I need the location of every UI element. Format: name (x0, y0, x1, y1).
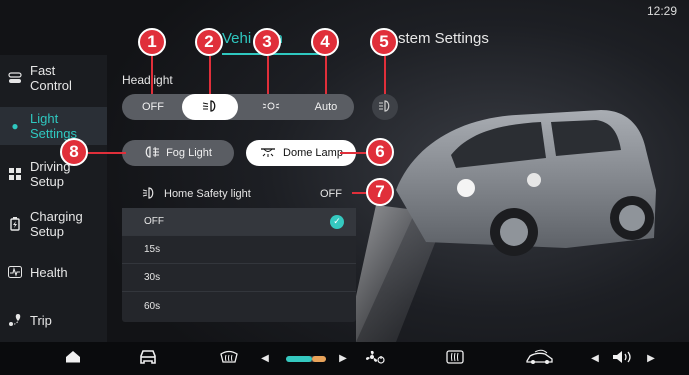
marker-7: 7 (366, 178, 394, 206)
sidebar-item-health[interactable]: Health (0, 253, 107, 291)
vehicle-button[interactable] (131, 342, 165, 375)
marker-2: 2 (195, 28, 223, 56)
top-tabs: Vehi Con stem Settings (0, 0, 689, 60)
front-defrost-button[interactable] (440, 342, 470, 375)
headlight-low-beam-option[interactable] (182, 94, 238, 120)
car-front-icon (138, 349, 158, 368)
marker-line-2 (209, 56, 211, 94)
marker-6: 6 (366, 138, 394, 166)
headlight-position-option[interactable] (246, 94, 296, 120)
marker-line-5 (384, 56, 386, 94)
marker-line-8 (86, 152, 126, 154)
sidebar-item-label: Driving Setup (30, 159, 71, 189)
fog-light-label: Fog Light (166, 147, 212, 159)
car-air-circulation-icon (525, 349, 555, 368)
home-safety-light-row[interactable]: Home Safety light OFF (122, 182, 356, 206)
volume-decrease-button[interactable]: ◀ (588, 342, 602, 375)
dropdown-option-60s[interactable]: 60s (122, 292, 356, 320)
tab-system-settings[interactable]: stem Settings (398, 30, 489, 47)
sidebar-item-fast-control[interactable]: Fast Control (0, 59, 107, 97)
sidebar-item-charging-setup[interactable]: Charging Setup (0, 205, 107, 243)
chevron-right-icon: ▶ (339, 353, 347, 364)
home-button[interactable] (56, 342, 90, 375)
option-label: OFF (144, 216, 164, 227)
fog-light-button[interactable]: Fog Light (122, 140, 234, 166)
volume-button[interactable] (606, 342, 640, 375)
dropdown-option-15s[interactable]: 15s (122, 236, 356, 264)
battery-icon (8, 217, 22, 231)
health-icon (8, 265, 22, 279)
trip-icon (8, 313, 22, 327)
marker-line-3 (267, 56, 269, 94)
marker-3: 3 (253, 28, 281, 56)
fan-decrease-button[interactable]: ◀ (258, 342, 272, 375)
sidebar-item-label: Charging Setup (30, 209, 83, 239)
sidebar-item-driving-setup[interactable]: Driving Setup (0, 155, 107, 193)
home-safety-light-icon (142, 186, 156, 202)
headlight-mode-selector: OFF Auto (122, 94, 354, 120)
rear-defrost-icon (219, 350, 239, 367)
sidebar-item-light-settings[interactable]: ● Light Settings (0, 107, 107, 145)
sidebar-item-label: Light Settings (30, 111, 77, 141)
bulb-icon: ● (11, 119, 19, 133)
check-icon: ✓ (330, 214, 344, 229)
chevron-right-icon: ▶ (647, 353, 655, 364)
marker-5: 5 (370, 28, 398, 56)
home-icon (64, 349, 82, 368)
volume-increase-button[interactable]: ▶ (644, 342, 658, 375)
chevron-left-icon: ◀ (261, 353, 269, 364)
rear-defrost-button[interactable] (214, 342, 244, 375)
fan-speed-slider[interactable] (284, 342, 328, 375)
speaker-icon (611, 349, 635, 368)
sidebar: Fast Control ● Light Settings Driving Se… (0, 55, 107, 342)
dome-lamp-label: Dome Lamp (283, 147, 343, 159)
driving-icon (8, 167, 22, 181)
front-defrost-icon (445, 349, 465, 368)
headlight-glow (457, 179, 475, 197)
marker-8: 8 (60, 138, 88, 166)
screen: 12:29 Vehi Con stem Settings Fast Contro… (0, 0, 689, 375)
headlight-label: Headlight (122, 73, 173, 87)
dropdown-option-30s[interactable]: 30s (122, 264, 356, 292)
fan-power-button[interactable] (362, 342, 388, 375)
sidebar-item-trip[interactable]: Trip (0, 301, 107, 339)
sidebar-item-label: Fast Control (30, 63, 72, 93)
headlight-off-option[interactable]: OFF (128, 94, 178, 120)
fan-icon (365, 349, 385, 368)
low-beam-icon (202, 99, 218, 115)
toggle-icon (8, 71, 22, 85)
home-safety-dropdown: OFF ✓ 15s 30s 60s (122, 208, 356, 322)
chevron-left-icon: ◀ (591, 353, 599, 364)
fog-light-icon (144, 145, 160, 161)
fan-increase-button[interactable]: ▶ (336, 342, 350, 375)
air-circulation-button[interactable] (522, 342, 558, 375)
marker-1: 1 (138, 28, 166, 56)
home-safety-light-value: OFF (320, 188, 342, 200)
car-illustration (356, 110, 656, 342)
headlight-auto-option[interactable]: Auto (302, 94, 350, 120)
dome-lamp-icon (259, 147, 277, 160)
marker-line-1 (151, 56, 153, 94)
home-safety-light-label: Home Safety light (164, 188, 251, 200)
sidebar-item-label: Health (30, 264, 68, 280)
bottom-bar: ◀ ▶ ◀ ▶ (0, 342, 689, 375)
position-light-icon (262, 101, 280, 114)
marker-4: 4 (311, 28, 339, 56)
dropdown-option-off[interactable]: OFF ✓ (122, 208, 356, 236)
marker-line-4 (325, 56, 327, 94)
sidebar-item-label: Trip (30, 312, 52, 328)
